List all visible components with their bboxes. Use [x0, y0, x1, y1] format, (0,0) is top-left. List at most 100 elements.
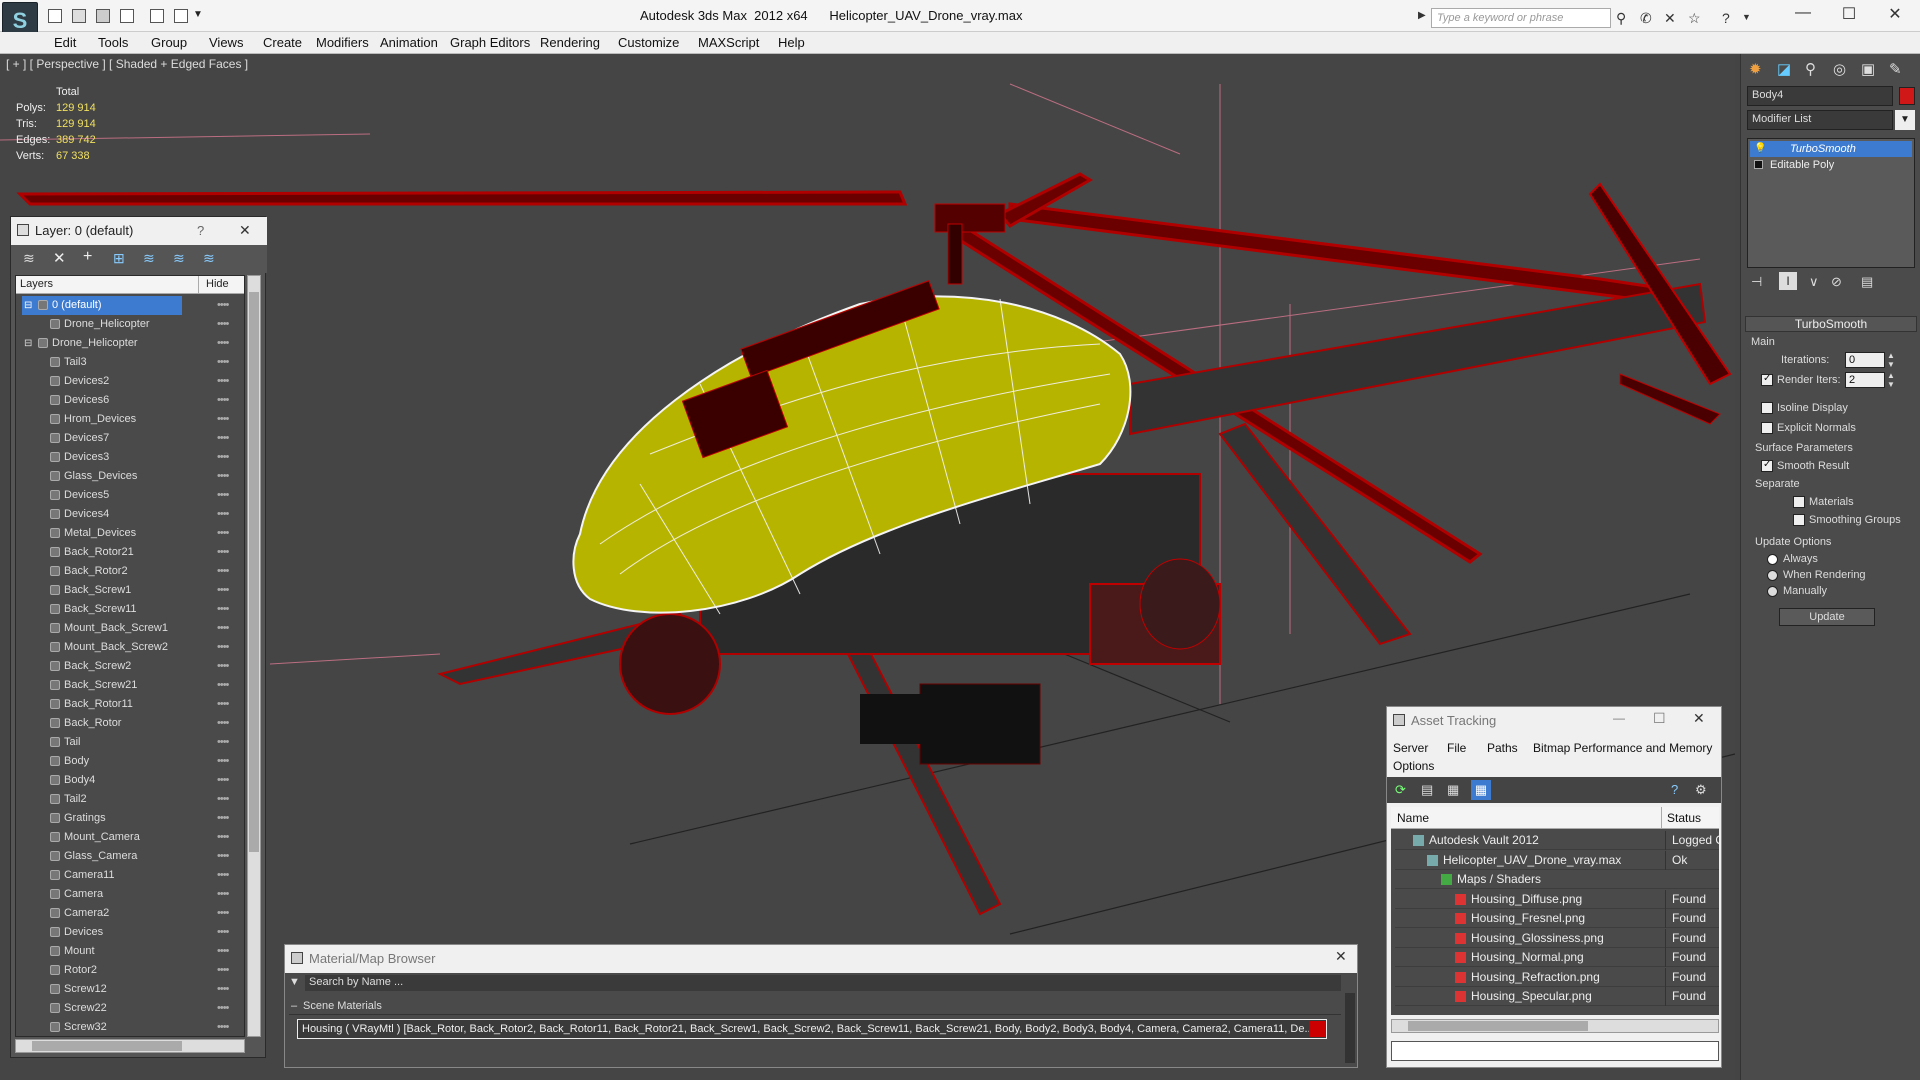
layer-row[interactable]: Camera2 •••• — [22, 904, 244, 923]
layer-help-icon[interactable]: ? — [197, 223, 204, 238]
hide-toggle[interactable]: •••• — [217, 372, 229, 391]
layer-row[interactable]: Devices2 •••• — [22, 372, 244, 391]
scene-materials-section[interactable]: – Scene Materials — [289, 999, 1341, 1015]
refresh-icon[interactable]: ⟳ — [1395, 782, 1406, 798]
asset-row[interactable]: Helicopter_UAV_Drone_vray.max Ok — [1395, 850, 1719, 870]
help-dropdown-icon[interactable]: ▼ — [1742, 12, 1751, 22]
utilities-tab-icon[interactable]: ✎ — [1889, 60, 1902, 78]
render-iters-spinner-icon[interactable]: ▲ ▼ — [1887, 371, 1895, 389]
quick-access-dropdown-icon[interactable]: ▼ — [193, 9, 203, 20]
layer-horizontal-scrollbar[interactable] — [15, 1039, 245, 1053]
hide-toggle[interactable]: •••• — [217, 828, 229, 847]
help-icon[interactable]: ? — [1722, 10, 1730, 26]
layer-row[interactable]: Glass_Devices •••• — [22, 467, 244, 486]
subscription-icon[interactable]: ✕ — [1664, 10, 1676, 27]
tree-view-icon[interactable]: ▦ — [1447, 782, 1459, 798]
asset-menu-options[interactable]: Options — [1393, 759, 1434, 773]
hide-toggle[interactable]: •••• — [217, 524, 229, 543]
isoline-display-checkbox[interactable] — [1761, 402, 1773, 414]
menu-help[interactable]: Help — [778, 35, 805, 50]
hide-toggle[interactable]: •••• — [217, 1018, 229, 1036]
highlight-layer-icon[interactable]: ≋ — [143, 250, 155, 267]
menu-group[interactable]: Group — [151, 35, 187, 50]
viewport-label[interactable]: [ + ] [ Perspective ] [ Shaded + Edged F… — [6, 57, 248, 71]
asset-help-icon[interactable]: ? — [1671, 782, 1678, 797]
layer-manager-titlebar[interactable]: Layer: 0 (default) ? ✕ — [11, 217, 267, 245]
menu-tools[interactable]: Tools — [98, 35, 128, 50]
layer-row[interactable]: Gratings •••• — [22, 809, 244, 828]
layer-close-icon[interactable]: ✕ — [239, 222, 251, 239]
modifier-list-dropdown[interactable]: Modifier List — [1747, 110, 1893, 130]
name-column-header[interactable]: Name — [1397, 811, 1429, 825]
asset-menu-file[interactable]: File — [1447, 741, 1466, 755]
hide-toggle[interactable]: •••• — [217, 296, 229, 315]
render-iters-checkbox[interactable]: ✓ — [1761, 373, 1773, 386]
hide-toggle[interactable]: •••• — [217, 619, 229, 638]
hide-toggle[interactable]: •••• — [217, 467, 229, 486]
hide-toggle[interactable]: •••• — [217, 866, 229, 885]
hide-toggle[interactable]: •••• — [217, 885, 229, 904]
layer-row[interactable]: Tail •••• — [22, 733, 244, 752]
layer-row[interactable]: Tail2 •••• — [22, 790, 244, 809]
hide-toggle[interactable]: •••• — [217, 581, 229, 600]
hide-toggle[interactable]: •••• — [217, 638, 229, 657]
always-radio[interactable] — [1767, 554, 1778, 565]
hide-toggle[interactable]: •••• — [217, 847, 229, 866]
table-view-icon[interactable]: ▦ — [1471, 780, 1491, 800]
layer-row[interactable]: Devices6 •••• — [22, 391, 244, 410]
stack-item-editable-poly[interactable]: Editable Poly — [1750, 157, 1912, 173]
menu-create[interactable]: Create — [263, 35, 302, 50]
turbosmooth-rollout-header[interactable]: TurboSmooth — [1745, 316, 1917, 332]
hide-toggle[interactable]: •••• — [217, 923, 229, 942]
layer-row[interactable]: Drone_Helicopter •••• — [22, 315, 244, 334]
layer-row[interactable]: Camera •••• — [22, 885, 244, 904]
hide-toggle[interactable]: •••• — [217, 562, 229, 581]
hide-toggle[interactable]: •••• — [217, 904, 229, 923]
material-scrollbar[interactable] — [1345, 993, 1355, 1063]
asset-row[interactable]: Maps / Shaders — [1395, 870, 1719, 889]
add-to-layer-icon[interactable]: + — [83, 248, 92, 266]
layer-row[interactable]: ⊟ 0 (default) •••• — [22, 296, 229, 315]
menu-graph-editors[interactable]: Graph Editors — [450, 35, 530, 50]
collapse-icon[interactable]: – — [291, 1000, 297, 1012]
object-name-field[interactable]: Body4 — [1747, 86, 1893, 106]
modifier-list-chevron-icon[interactable]: ▼ — [1895, 110, 1915, 130]
hide-toggle[interactable]: •••• — [217, 714, 229, 733]
hide-all-icon[interactable]: ≋ — [173, 250, 185, 267]
asset-row[interactable]: Autodesk Vault 2012 Logged O — [1395, 831, 1719, 850]
hide-toggle[interactable]: •••• — [217, 600, 229, 619]
motion-tab-icon[interactable]: ◎ — [1833, 60, 1846, 78]
hide-toggle[interactable]: •••• — [217, 334, 229, 353]
hide-toggle[interactable]: •••• — [217, 790, 229, 809]
create-layer-icon[interactable]: ≋ — [23, 250, 35, 267]
layer-hscroll-thumb[interactable] — [32, 1041, 182, 1051]
communication-center-icon[interactable]: ✆ — [1640, 10, 1652, 27]
layer-row[interactable]: Back_Screw11 •••• — [22, 600, 244, 619]
asset-hscroll-thumb[interactable] — [1408, 1021, 1588, 1031]
layer-row[interactable]: Back_Rotor21 •••• — [22, 543, 244, 562]
layer-row[interactable]: Body4 •••• — [22, 771, 244, 790]
material-search-input[interactable]: Search by Name ... — [305, 975, 1341, 991]
layer-row[interactable]: Devices5 •••• — [22, 486, 244, 505]
manually-radio[interactable] — [1767, 586, 1778, 597]
delete-layer-icon[interactable]: ✕ — [53, 249, 66, 267]
close-window-button[interactable]: ✕ — [1880, 4, 1910, 24]
layer-row[interactable]: Mount_Back_Screw2 •••• — [22, 638, 244, 657]
layer-row[interactable]: Back_Rotor11 •••• — [22, 695, 244, 714]
lightbulb-icon[interactable]: 💡 — [1754, 143, 1766, 154]
select-objects-icon[interactable]: ⊞ — [113, 250, 125, 267]
asset-menu-paths[interactable]: Paths — [1487, 741, 1518, 755]
layer-row[interactable]: Devices4 •••• — [22, 505, 244, 524]
asset-horizontal-scrollbar[interactable] — [1391, 1019, 1719, 1033]
minimize-button[interactable]: — — [1788, 4, 1818, 22]
asset-maximize-button[interactable]: ☐ — [1653, 710, 1666, 727]
layer-row[interactable]: Camera11 •••• — [22, 866, 244, 885]
layer-row[interactable]: Back_Rotor2 •••• — [22, 562, 244, 581]
asset-settings-icon[interactable]: ⚙ — [1695, 782, 1707, 798]
layer-row[interactable]: Back_Screw21 •••• — [22, 676, 244, 695]
hide-toggle[interactable]: •••• — [217, 980, 229, 999]
layer-row[interactable]: Back_Screw1 •••• — [22, 581, 244, 600]
smooth-result-checkbox[interactable]: ✓ — [1761, 459, 1773, 472]
iterations-spinner-icon[interactable]: ▲ ▼ — [1887, 351, 1895, 369]
hide-toggle[interactable]: •••• — [217, 353, 229, 372]
